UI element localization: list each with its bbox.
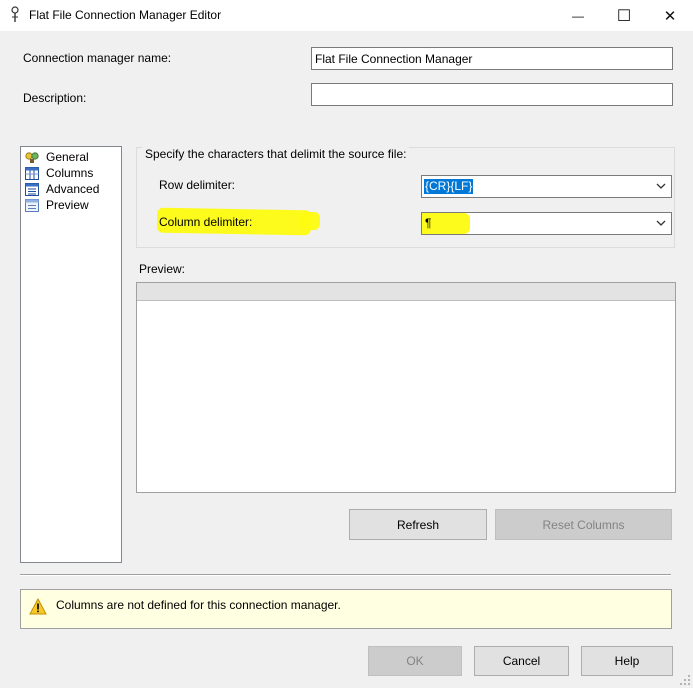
preview-grid[interactable]: [136, 282, 676, 493]
row-delimiter-label: Row delimiter:: [159, 178, 236, 192]
warning-icon: [29, 598, 47, 615]
description-input[interactable]: [311, 83, 673, 106]
resize-grip-icon[interactable]: [679, 674, 691, 686]
nav-item-general[interactable]: General: [25, 149, 89, 165]
flat-file-icon: [11, 6, 19, 22]
nav-item-label: Preview: [46, 198, 89, 212]
maximize-icon: ☐: [616, 7, 632, 25]
refresh-button[interactable]: Refresh: [349, 509, 487, 540]
close-icon: ✕: [663, 7, 677, 25]
columns-icon: [25, 166, 39, 180]
maximize-button[interactable]: ☐: [601, 0, 647, 31]
preview-grid-header: [137, 283, 675, 301]
connection-name-input[interactable]: Flat File Connection Manager: [311, 47, 673, 70]
window-title: Flat File Connection Manager Editor: [29, 8, 222, 22]
connection-name-value: Flat File Connection Manager: [315, 52, 473, 66]
cancel-button[interactable]: Cancel: [474, 646, 569, 676]
description-label: Description:: [23, 91, 87, 105]
connection-name-label: Connection manager name:: [23, 51, 172, 65]
separator: [20, 574, 671, 576]
column-delimiter-label: Column delimiter:: [159, 215, 253, 229]
close-button[interactable]: ✕: [647, 0, 693, 31]
ok-button[interactable]: OK: [368, 646, 462, 676]
row-delimiter-value: {CR}{LF}: [424, 179, 474, 194]
nav-item-preview[interactable]: Preview: [25, 197, 89, 213]
chevron-down-icon: [656, 183, 666, 189]
minimize-button[interactable]: —: [555, 0, 601, 31]
reset-columns-button[interactable]: Reset Columns: [495, 509, 672, 540]
help-button[interactable]: Help: [581, 646, 673, 676]
chevron-down-icon: [656, 220, 666, 226]
row-delimiter-select[interactable]: {CR}{LF}: [421, 175, 672, 198]
advanced-icon: [25, 182, 39, 196]
delimiter-group-label: Specify the characters that delimit the …: [142, 147, 410, 161]
preview-label: Preview:: [139, 262, 186, 276]
nav-item-label: Columns: [46, 166, 94, 180]
column-delimiter-select[interactable]: ¶: [421, 212, 672, 235]
page-nav-panel: General Columns Advanced Preview: [20, 146, 122, 563]
nav-item-columns[interactable]: Columns: [25, 165, 93, 181]
nav-item-label: Advanced: [46, 182, 100, 196]
general-icon: [25, 151, 39, 163]
preview-icon: [25, 198, 39, 212]
minimize-icon: —: [572, 8, 584, 23]
column-delimiter-value: ¶: [425, 216, 432, 230]
message-text: Columns are not defined for this connect…: [56, 598, 341, 612]
nav-item-label: General: [46, 150, 89, 164]
nav-item-advanced[interactable]: Advanced: [25, 181, 99, 197]
highlighter-mark-stroke: [300, 212, 320, 230]
